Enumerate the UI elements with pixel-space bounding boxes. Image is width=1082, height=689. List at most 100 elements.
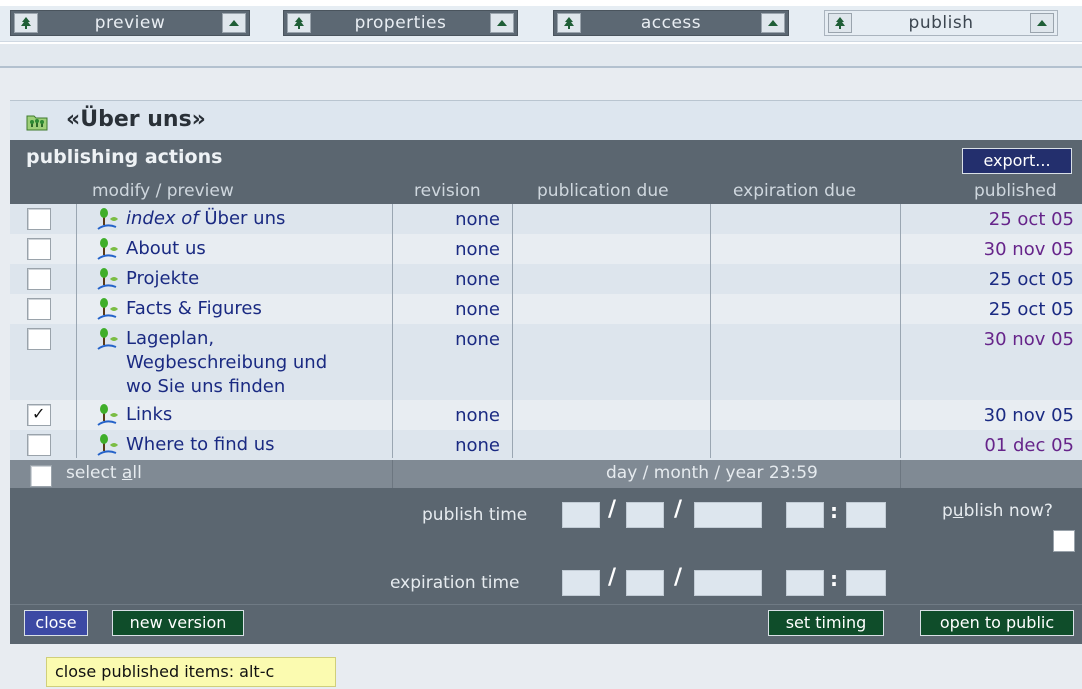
row-checkbox[interactable] [27,434,51,456]
tooltip: close published items: alt-c [46,657,336,687]
tree-icon[interactable] [287,13,311,33]
publish-day-input[interactable] [562,502,600,528]
page-link[interactable]: Where to find us [126,433,275,457]
tab-label: publish [908,13,974,33]
row-checkbox[interactable] [27,208,51,230]
title-prefix: index of [126,208,199,229]
table-row: About us none 30 nov 05 [10,234,1082,264]
page-link[interactable]: index of Über uns [126,207,285,231]
tree-icon[interactable] [557,13,581,33]
revision-value: none [455,405,500,426]
col-revision: revision [414,181,481,201]
tree-icon[interactable] [828,13,852,33]
page-link[interactable]: About us [126,237,206,261]
page-title: «Über uns» [66,107,206,132]
publish-hour-input[interactable] [786,502,824,528]
column-divider [392,204,393,458]
select-all-checkbox[interactable] [30,465,52,487]
tab-label: preview [94,13,166,33]
label-text: p [942,501,953,521]
table-row: index of Über uns none 25 oct 05 [10,204,1082,234]
date-separator: / [608,497,617,522]
page-tree-icon [96,237,124,265]
accesskey-letter: u [952,501,964,521]
page-tree-icon [96,297,124,325]
expiration-month-input[interactable] [626,570,664,596]
move-up-icon[interactable] [1030,13,1054,33]
publish-year-input[interactable] [694,502,762,528]
page-link[interactable]: Projekte [126,267,199,291]
row-checkbox[interactable] [27,328,51,350]
page-tree-icon [96,207,124,235]
page-link[interactable]: Facts & Figures [126,297,262,321]
expiration-hour-input[interactable] [786,570,824,596]
table-row: Where to find us none 01 dec 05 [10,430,1082,460]
page-tree-icon [96,267,124,295]
timing-area [10,488,1082,604]
date-separator: / [674,565,683,590]
table-row: Links none 30 nov 05 [10,400,1082,430]
publish-time-label: publish time [422,505,528,525]
tab-label: properties [354,13,447,33]
column-divider [900,460,901,488]
col-published: published [974,181,1057,201]
col-modify-preview: modify / preview [92,181,234,201]
tab-bar: preview properties access publish [0,0,1082,44]
section-title: publishing actions [26,146,223,168]
publish-month-input[interactable] [626,502,664,528]
publish-now-checkbox[interactable] [1053,530,1075,552]
row-checkbox[interactable] [27,298,51,320]
close-button[interactable]: close [24,610,88,636]
label-text: blish now? [963,501,1053,521]
table-row: Lageplan, Wegbeschreibung und wo Sie uns… [10,324,1082,400]
expiration-day-input[interactable] [562,570,600,596]
col-expiration-due: expiration due [733,181,857,201]
tab-properties[interactable]: properties [283,10,518,36]
tab-label: access [640,13,702,33]
move-up-icon[interactable] [490,13,514,33]
date-format-hint: day / month / year 23:59 [606,463,818,483]
set-timing-button[interactable]: set timing [768,610,884,636]
published-date: 30 nov 05 [983,405,1074,426]
move-up-icon[interactable] [222,13,246,33]
page-tree-icon [96,403,124,431]
page-title-text: Über uns [204,208,286,229]
expiration-time-label: expiration time [390,573,520,593]
published-date: 25 oct 05 [988,269,1074,290]
column-divider [900,204,901,458]
time-separator: : [830,567,838,591]
page-title-line: Wegbeschreibung und [126,352,328,373]
row-checkbox[interactable] [27,404,51,426]
select-all-label[interactable]: select all [66,463,142,483]
column-divider [76,204,77,458]
column-divider [710,204,711,458]
move-up-icon[interactable] [761,13,785,33]
open-to-public-button[interactable]: open to public [920,610,1074,636]
row-checkbox[interactable] [27,268,51,290]
page-link[interactable]: Lageplan, Wegbeschreibung und wo Sie uns… [126,327,327,399]
date-separator: / [674,497,683,522]
tab-content-bar [0,44,1082,68]
col-publication-due: publication due [537,181,669,201]
page-title-line: Lageplan, [126,328,215,349]
export-button[interactable]: export... [962,148,1072,174]
tab-access[interactable]: access [553,10,789,36]
expiration-year-input[interactable] [694,570,762,596]
publish-minute-input[interactable] [846,502,886,528]
revision-value: none [455,435,500,456]
published-date: 01 dec 05 [984,435,1074,456]
revision-value: none [455,269,500,290]
table-row: Projekte none 25 oct 05 [10,264,1082,294]
expiration-minute-input[interactable] [846,570,886,596]
select-all-row: select all day / month / year 23:59 [10,460,1082,488]
published-date: 25 oct 05 [988,299,1074,320]
new-version-button[interactable]: new version [112,610,244,636]
page-title-line: wo Sie uns finden [126,376,286,397]
table-row: Facts & Figures none 25 oct 05 [10,294,1082,324]
page-link[interactable]: Links [126,403,172,427]
tab-publish[interactable]: publish [824,10,1058,36]
tree-icon[interactable] [14,13,38,33]
table-header: modify / preview revision publication du… [10,181,1082,203]
tab-preview[interactable]: preview [10,10,250,36]
row-checkbox[interactable] [27,238,51,260]
